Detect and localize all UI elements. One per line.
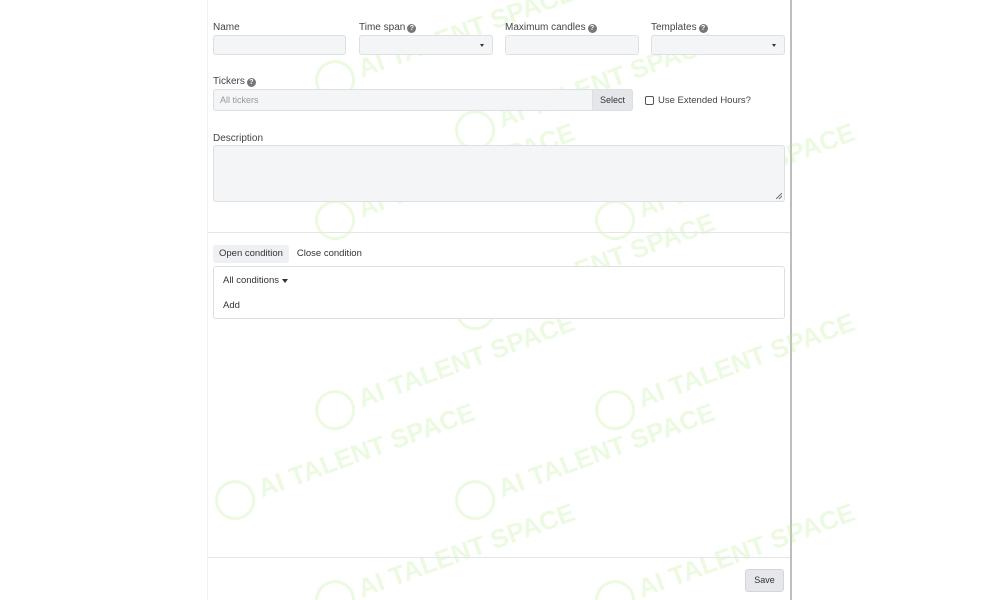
watermark-logo-icon: [589, 384, 641, 436]
help-icon[interactable]: ?: [698, 24, 708, 33]
tab-close-condition[interactable]: Close condition: [291, 245, 368, 263]
watermark: AI TALENT SPACE: [309, 304, 581, 436]
tickers-label: Tickers?: [213, 76, 256, 88]
save-button[interactable]: Save: [745, 569, 784, 592]
templates-label: Templates?: [651, 22, 708, 34]
strategy-form-panel: AI TALENT SPACE AI TALENT SPACE AI TALEN…: [207, 0, 859, 600]
description-textarea[interactable]: [213, 145, 785, 202]
timespan-label: Time span?: [359, 22, 417, 34]
watermark: AI TALENT SPACE: [449, 394, 721, 526]
chevron-down-icon: [480, 44, 484, 47]
chevron-down-icon: [772, 44, 776, 47]
page: AI TALENT SPACE AI TALENT SPACE AI TALEN…: [0, 0, 1000, 600]
footer-divider: [208, 557, 790, 558]
extended-hours-label: Use Extended Hours?: [658, 94, 751, 106]
watermark: AI TALENT SPACE: [209, 394, 481, 526]
extended-hours-option[interactable]: Use Extended Hours?: [645, 94, 751, 106]
max-candles-input[interactable]: [505, 35, 639, 55]
templates-select[interactable]: [651, 35, 785, 55]
watermark: AI TALENT SPACE: [589, 304, 861, 436]
max-candles-label: Maximum candles?: [505, 22, 597, 34]
help-icon[interactable]: ?: [407, 24, 417, 33]
help-icon[interactable]: ?: [587, 24, 597, 33]
extended-hours-checkbox[interactable]: [645, 95, 654, 105]
select-tickers-button[interactable]: Select: [592, 89, 633, 111]
name-input[interactable]: [213, 35, 346, 55]
name-label: Name: [213, 22, 240, 33]
watermark-logo-icon: [589, 574, 641, 600]
watermark-logo-icon: [589, 194, 641, 246]
all-conditions-dropdown[interactable]: All conditions: [223, 275, 288, 286]
watermark-logo-icon: [309, 574, 361, 600]
timespan-select[interactable]: [359, 35, 493, 55]
condition-tabs: Open condition Close condition: [213, 245, 368, 263]
watermark-logo-icon: [309, 384, 361, 436]
tab-open-condition[interactable]: Open condition: [213, 245, 289, 263]
watermark-logo-icon: [209, 474, 261, 526]
watermark: AI TALENT SPACE: [589, 494, 861, 600]
description-label: Description: [213, 133, 264, 144]
resize-grip-icon[interactable]: [776, 193, 782, 199]
tickers-placeholder: All tickers: [220, 95, 259, 105]
tickers-input[interactable]: All tickers: [213, 89, 592, 111]
watermark-logo-icon: [449, 474, 501, 526]
watermark: AI TALENT SPACE: [309, 494, 581, 600]
help-icon[interactable]: ?: [246, 78, 256, 87]
caret-down-icon: [281, 278, 288, 283]
section-divider: [208, 232, 790, 233]
watermark-logo-icon: [309, 194, 361, 246]
conditions-panel: All conditions Add: [213, 266, 785, 319]
add-condition-button[interactable]: Add: [223, 300, 240, 311]
